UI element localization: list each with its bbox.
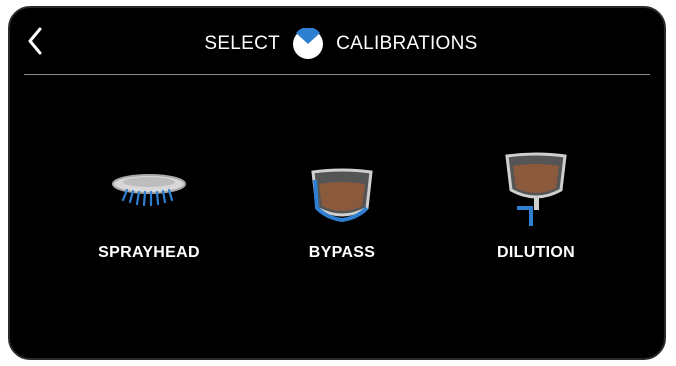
brand-logo-icon	[292, 26, 324, 60]
option-sprayhead[interactable]: SPRAYHEAD	[74, 148, 224, 278]
option-dilution[interactable]: DILUTION	[461, 148, 611, 278]
bypass-funnel-icon	[311, 168, 373, 222]
title-right-text: CALIBRATIONS	[336, 33, 478, 54]
title-left-text: SELECT	[204, 33, 281, 54]
sprayhead-icon	[112, 174, 186, 207]
option-label: DILUTION	[497, 244, 575, 261]
header: SELECT CALIBRATIONS	[10, 8, 664, 74]
option-bypass[interactable]: BYPASS	[267, 148, 417, 278]
page-title: SELECT CALIBRATIONS	[10, 26, 664, 60]
calibration-options: SPRAYHEAD BYPASS DILUTION	[10, 148, 664, 278]
option-label: SPRAYHEAD	[98, 244, 200, 261]
dilution-funnel-icon	[505, 152, 567, 226]
header-divider	[24, 74, 650, 75]
option-label: BYPASS	[308, 244, 376, 261]
calibration-screen: SELECT CALIBRATIONS SPRAYHEAD BYPASS DIL…	[8, 6, 666, 360]
